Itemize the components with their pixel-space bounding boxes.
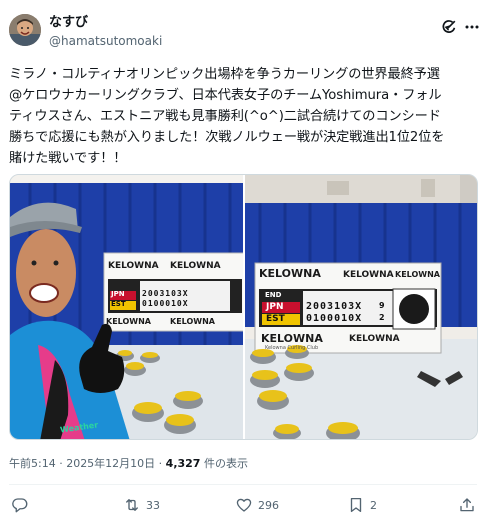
like-button[interactable]: 296 — [235, 492, 279, 518]
author-info: なすび @hamatsutomoaki — [49, 15, 162, 49]
tweet-timestamp[interactable]: 午前5:14 · 2025年12月10日 · — [9, 457, 166, 470]
team-jpn-label: JPN — [111, 290, 125, 298]
scoreboard-brand: KELOWNA — [108, 261, 159, 271]
bookmark-count: 2 — [370, 498, 377, 512]
tweet-text-line: 勝ちで応援にも熱が入りました！次戦ノルウェー戦が決定戦進出1位2位を — [9, 130, 445, 145]
jpn-scores: 2003103X — [306, 301, 363, 312]
tweet-text-line: @ケロウナカーリングクラブ、日本代表女子のチームYoshimura・フォル — [9, 88, 442, 103]
jpn-scores: 2003103X — [142, 289, 189, 298]
tweet-text-line: ミラノ・コルティナオリンピック出場枠を争うカーリングの世界最終予選 — [9, 67, 440, 82]
action-bar: 33 296 2 — [0, 492, 486, 518]
scoreboard-brand: KELOWNA — [343, 270, 394, 280]
tweet-meta: 午前5:14 · 2025年12月10日 · 4,327 件の表示 — [9, 455, 248, 471]
reply-button[interactable] — [11, 492, 29, 518]
jpn-total: 9 — [379, 301, 385, 310]
tweet-text-line: ティウスさん、エストニア戦も見事勝利(^o^)二試合続けてのコンシード — [9, 109, 441, 124]
team-est-label: EST — [111, 300, 126, 308]
scoreboard-brand: KELOWNA — [170, 261, 221, 271]
bookmark-icon — [347, 496, 365, 514]
user-handle[interactable]: @hamatsutomoaki — [49, 33, 162, 49]
scoreboard-brand: KELOWNA — [261, 332, 323, 345]
scoreboard-brand: KELOWNA — [395, 270, 440, 279]
divider — [9, 484, 477, 485]
tweet-header: なすび @hamatsutomoaki — [9, 14, 479, 54]
bookmark-button[interactable]: 2 — [347, 492, 377, 518]
repost-button[interactable]: 33 — [123, 492, 160, 518]
avatar[interactable] — [9, 14, 41, 46]
scoreboard-subtitle: Kelowna Curling Club — [265, 345, 319, 351]
team-est-label: EST — [266, 314, 285, 324]
more-icon[interactable] — [463, 18, 481, 36]
heart-icon — [235, 496, 253, 514]
scoreboard-brand: KELOWNA — [349, 334, 400, 344]
display-name[interactable]: なすび — [49, 15, 162, 31]
share-icon — [458, 496, 476, 514]
scoreboard-brand: KELOWNA — [259, 267, 321, 280]
scoreboard-brand: KELOWNA — [106, 317, 151, 326]
views-count[interactable]: 4,327 — [166, 457, 201, 470]
team-jpn-label: JPN — [266, 302, 284, 312]
grok-icon[interactable] — [440, 18, 458, 36]
photo-scoreboard[interactable]: KELOWNA KELOWNA KELOWNA END JPN EST 2003… — [245, 175, 477, 439]
tweet-text: ミラノ・コルティナオリンピック出場枠を争うカーリングの世界最終予選 @ケロウナカ… — [9, 64, 479, 169]
est-total: 2 — [379, 313, 385, 322]
end-label: END — [265, 291, 282, 299]
views-label: 件の表示 — [200, 457, 248, 470]
est-scores: 0100010X — [142, 299, 189, 308]
scoreboard-brand: KELOWNA — [170, 317, 215, 326]
tweet-text-line: 賭けた戦いです！！ — [9, 151, 127, 166]
repost-icon — [123, 496, 141, 514]
repost-count: 33 — [146, 498, 160, 512]
photo-selfie[interactable]: KELOWNA KELOWNA JPN EST 2003103X 0100010… — [10, 175, 243, 439]
tweet-media: KELOWNA KELOWNA JPN EST 2003103X 0100010… — [9, 174, 478, 440]
share-button[interactable] — [458, 492, 476, 518]
reply-icon — [11, 496, 29, 514]
like-count: 296 — [258, 498, 279, 512]
est-scores: 0100010X — [306, 313, 363, 324]
